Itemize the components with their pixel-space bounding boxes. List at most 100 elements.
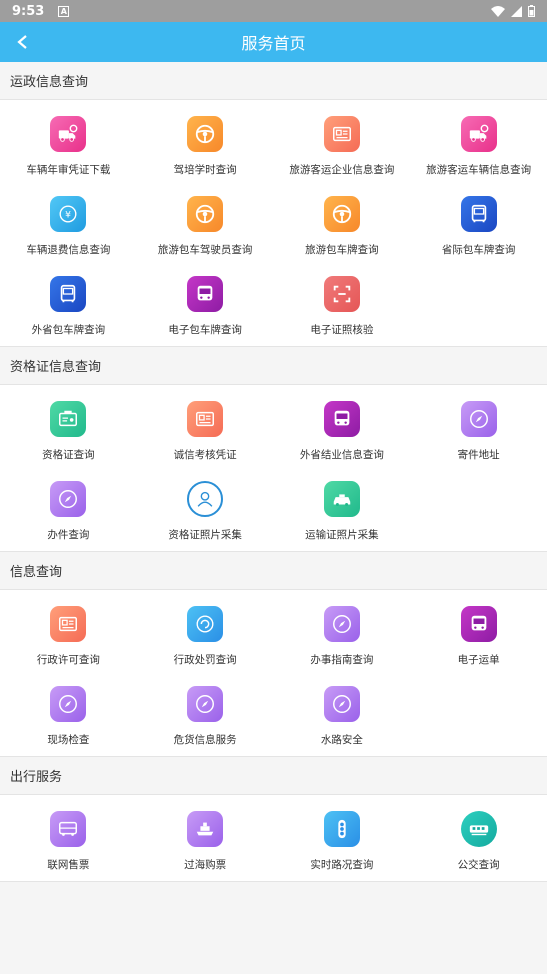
compass-icon (50, 686, 87, 722)
scan-icon (323, 276, 360, 312)
service-item-label: 诚信考核凭证 (173, 449, 237, 461)
compass-icon (323, 686, 360, 722)
service-item[interactable]: 诚信考核凭证 (137, 385, 274, 465)
service-item-label: 电子证照核验 (310, 324, 374, 336)
section-header: 信息查询 (0, 552, 547, 590)
tram-icon (460, 811, 497, 847)
service-item-label: 外省结业信息查询 (299, 449, 384, 461)
service-item-label: 水路安全 (320, 734, 363, 746)
service-sections: 运政信息查询 车辆年审凭证下载 驾培学时查询 旅游客运企业信息查询 旅游客运车辆信息查询… (0, 62, 547, 882)
status-bar: 9:53 A (0, 0, 547, 22)
service-item-label: 实时路况查询 (310, 859, 374, 871)
service-item[interactable]: 旅游包车牌查询 (274, 180, 411, 260)
person-icon (187, 481, 224, 517)
refund-icon: ¥ (50, 196, 87, 232)
steering-wheel-icon (187, 196, 224, 232)
service-item-label: 旅游包车牌查询 (305, 244, 379, 256)
service-item[interactable]: 危货信息服务 (137, 670, 274, 750)
back-button[interactable] (10, 30, 34, 54)
service-item[interactable]: 驾培学时查询 (137, 100, 274, 180)
notification-icon: A (58, 5, 70, 17)
service-item[interactable]: 电子证照核验 (274, 260, 411, 340)
bus-icon (460, 196, 497, 232)
service-item[interactable]: 车辆年审凭证下载 (0, 100, 137, 180)
service-item-label: 运输证照片采集 (305, 529, 379, 541)
service-item[interactable]: 办件查询 (0, 465, 137, 545)
service-item-label: 电子运单 (457, 654, 500, 666)
truck-icon (50, 116, 87, 152)
service-item[interactable]: 运输证照片采集 (274, 465, 411, 545)
status-time: 9:53 (12, 3, 45, 19)
service-item[interactable]: 外省结业信息查询 (274, 385, 411, 465)
service-item-label: 旅游客运车辆信息查询 (426, 164, 532, 176)
certificate-icon (50, 401, 87, 437)
service-item-label: 省际包车牌查询 (441, 244, 516, 256)
service-item-label: 车辆退费信息查询 (26, 244, 111, 256)
service-item[interactable]: 旅游客运企业信息查询 (274, 100, 411, 180)
service-item[interactable]: 资格证照片采集 (137, 465, 274, 545)
service-item[interactable]: 联网售票 (0, 795, 137, 875)
truck-icon (460, 116, 497, 152)
service-item-label: 行政处罚查询 (173, 654, 237, 666)
section-header: 运政信息查询 (0, 62, 547, 100)
service-item-label: 办事指南查询 (310, 654, 374, 666)
service-grid: 联网售票 过海购票 实时路况查询 公交查询 (0, 795, 547, 882)
service-item[interactable]: 资格证查询 (0, 385, 137, 465)
service-item[interactable]: 旅游客运车辆信息查询 (410, 100, 547, 180)
service-item-label: 联网售票 (47, 859, 90, 871)
service-grid: 行政许可查询 行政处罚查询 办事指南查询 电子运单现场检查 危货信息服务 水路安全 (0, 590, 547, 757)
bus-icon (50, 276, 87, 312)
id-card-icon (187, 401, 224, 437)
bus-front-icon (323, 401, 360, 437)
compass-icon (187, 686, 224, 722)
ship-icon (187, 811, 224, 847)
service-item[interactable]: 水路安全 (274, 670, 411, 750)
service-item-label: 旅游客运企业信息查询 (289, 164, 395, 176)
service-item[interactable]: ¥ 车辆退费信息查询 (0, 180, 137, 260)
service-item[interactable]: 电子包车牌查询 (137, 260, 274, 340)
service-item-label: 过海购票 (184, 859, 227, 871)
section-header: 资格证信息查询 (0, 347, 547, 385)
service-item-label: 办件查询 (47, 529, 90, 541)
service-item[interactable]: 外省包车牌查询 (0, 260, 137, 340)
service-item[interactable]: 旅游包车驾驶员查询 (137, 180, 274, 260)
service-item[interactable]: 办事指南查询 (274, 590, 411, 670)
service-item-label: 危货信息服务 (173, 734, 237, 746)
taxi-icon (323, 481, 360, 517)
compass-icon (460, 401, 497, 437)
bus-front-icon (460, 606, 497, 642)
service-item-label: 现场检查 (47, 734, 90, 746)
section-header: 出行服务 (0, 757, 547, 795)
service-item[interactable]: 行政处罚查询 (137, 590, 274, 670)
svg-text:¥: ¥ (65, 210, 71, 221)
id-card-icon (50, 606, 87, 642)
wifi-icon (491, 5, 505, 17)
bus-front-icon (187, 276, 224, 312)
service-item-label: 驾培学时查询 (173, 164, 237, 176)
service-item-label: 外省包车牌查询 (31, 324, 106, 336)
service-item[interactable]: 省际包车牌查询 (410, 180, 547, 260)
service-item[interactable]: 行政许可查询 (0, 590, 137, 670)
service-grid: 车辆年审凭证下载 驾培学时查询 旅游客运企业信息查询 旅游客运车辆信息查询 ¥ 车辆退费信… (0, 100, 547, 347)
service-item-label: 公交查询 (457, 859, 500, 871)
chevron-left-icon (17, 35, 27, 49)
service-item[interactable]: 寄件地址 (410, 385, 547, 465)
service-item[interactable]: 现场检查 (0, 670, 137, 750)
signal-icon (511, 5, 522, 17)
coach-icon (50, 811, 87, 847)
service-item[interactable]: 公交查询 (410, 795, 547, 875)
service-item-label: 资格证查询 (42, 449, 95, 461)
compass-icon (50, 481, 87, 517)
service-item-label: 旅游包车驾驶员查询 (157, 244, 253, 256)
service-item-label: 资格证照片采集 (168, 529, 242, 541)
app-bar: 服务首页 (0, 22, 547, 62)
battery-icon (528, 5, 535, 17)
page-title: 服务首页 (241, 34, 306, 53)
steering-wheel-icon (323, 196, 360, 232)
service-item-label: 寄件地址 (457, 449, 500, 461)
service-item[interactable]: 过海购票 (137, 795, 274, 875)
service-item-label: 行政许可查询 (36, 654, 100, 666)
service-item[interactable]: 电子运单 (410, 590, 547, 670)
service-item-label: 电子包车牌查询 (168, 324, 242, 336)
service-item[interactable]: 实时路况查询 (274, 795, 411, 875)
